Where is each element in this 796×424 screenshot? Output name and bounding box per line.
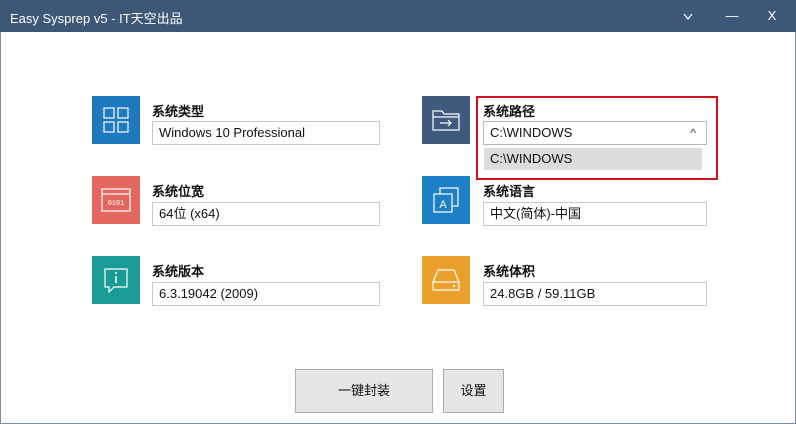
binary-window-icon: 0101 [101, 188, 131, 212]
system-language-tile: A [422, 176, 470, 224]
system-bits-tile: 0101 [92, 176, 140, 224]
system-version-field[interactable]: 6.3.19042 (2009) [152, 282, 380, 306]
title-bar: Easy Sysprep v5 - IT天空出品 — X [0, 0, 796, 32]
system-language-label: 系统语言 [483, 184, 536, 199]
system-volume-field[interactable]: 24.8GB / 59.11GB [483, 282, 707, 306]
system-version-label: 系统版本 [152, 264, 205, 279]
system-bits-label: 系统位宽 [152, 184, 205, 199]
system-type-label: 系统类型 [152, 104, 205, 119]
system-volume-label: 系统体积 [483, 264, 536, 279]
settings-button[interactable]: 设置 [443, 369, 504, 413]
system-language-field[interactable]: 中文(简体)-中国 [483, 202, 707, 226]
window-title: Easy Sysprep v5 - IT天空出品 [10, 11, 183, 26]
close-button[interactable]: X [752, 0, 792, 32]
hard-drive-icon [432, 269, 460, 291]
highlight-box [476, 96, 718, 180]
system-version-tile [92, 256, 140, 304]
info-icon [104, 268, 128, 294]
folder-arrow-icon [432, 110, 460, 131]
restore-button[interactable] [668, 0, 708, 32]
chevron-down-icon [683, 13, 693, 20]
system-path-tile [422, 96, 470, 144]
window-body [0, 32, 796, 424]
system-bits-field[interactable]: 64位 (x64) [152, 202, 380, 226]
windows-grid-icon [103, 107, 129, 133]
svg-text:0101: 0101 [108, 200, 125, 208]
system-volume-tile [422, 256, 470, 304]
one-click-sysprep-button[interactable]: 一键封装 [295, 369, 433, 413]
system-type-field[interactable]: Windows 10 Professional [152, 121, 380, 145]
minimize-button[interactable]: — [712, 0, 752, 32]
svg-text:A: A [439, 199, 447, 211]
language-icon: A [433, 187, 459, 213]
system-type-tile [92, 96, 140, 144]
